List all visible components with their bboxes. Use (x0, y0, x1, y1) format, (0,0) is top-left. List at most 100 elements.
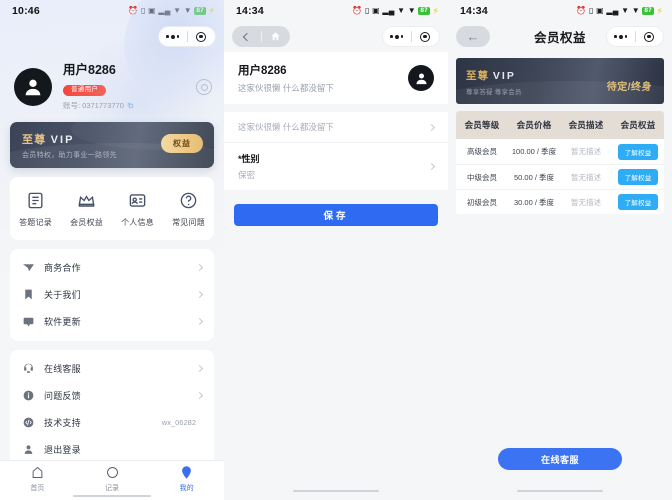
tab-label: 我的 (179, 485, 194, 492)
field-content: 这家伙很懒 什么都没留下 (238, 121, 429, 133)
menu-item-business[interactable]: 商务合作 (10, 254, 214, 281)
person-icon (416, 73, 426, 84)
status-bar: 14:34 ⏰ ▯ ▣ ▂▄ ▼ ▼ 87 ⚡ (224, 0, 448, 22)
chevron-right-icon (427, 123, 436, 131)
account-row[interactable]: 账号: 0371773770 (63, 100, 196, 111)
bookmark-icon (25, 289, 32, 300)
menu-item-online-service[interactable]: 在线客服 (10, 355, 214, 382)
grid-item-label: 个人信息 (121, 218, 154, 227)
learn-benefits-button[interactable]: 了解权益 (617, 143, 659, 160)
signal-icon: ▂▄ (606, 6, 619, 15)
panel-member-benefits: 14:34 ⏰ ▯ ▣ ▂▄ ▼ ▼ 87 ⚡ ← 会员权益 至尊 VIP 尊享… (448, 0, 672, 500)
home-icon (271, 32, 280, 41)
chevron-right-icon (195, 317, 204, 326)
vip-banner-duration: 待定/终身 (606, 82, 652, 93)
charging-icon: ⚡ (432, 5, 439, 16)
info-circle-icon (23, 390, 34, 401)
menu-item-about[interactable]: 关于我们 (10, 281, 214, 308)
profile-header: 用户8286 普通用户 账号: 0371773770 (0, 52, 224, 116)
field-value: 这家伙很懒 什么都没留下 (238, 122, 334, 132)
panel-edit-profile: 14:34 ⏰ ▯ ▣ ▂▄ ▼ ▼ 87 ⚡ 用户8286 这家伙很懒 什么都… (224, 0, 448, 500)
grid-item-records[interactable]: 答题记录 (10, 191, 61, 228)
hd-icon: ▣ (148, 6, 156, 15)
question-circle-icon (180, 192, 197, 209)
more-menu-icon[interactable] (159, 34, 187, 39)
panel-profile: 10:46 ⏰ ▯ ▣ ▂▄ ▼ ▼ 87 ⚡ 用户8286 普通用户 账号: … (0, 0, 224, 500)
settings-button[interactable] (196, 79, 212, 95)
more-menu-icon[interactable] (383, 34, 411, 39)
alarm-icon: ⏰ (352, 6, 363, 15)
miniprogram-capsule[interactable] (382, 26, 440, 47)
field-signature[interactable]: 这家伙很懒 什么都没留下 (224, 112, 448, 142)
grid-item-benefits[interactable]: 会员权益 (61, 191, 112, 228)
edit-profile-text: 用户8286 这家伙很懒 什么都没留下 (238, 62, 408, 94)
chevron-right-icon (195, 391, 204, 400)
message-icon (23, 317, 34, 327)
grid-item-faq[interactable]: 常见问题 (163, 191, 214, 228)
menu-item-label: 退出登录 (44, 445, 81, 455)
edit-profile-header[interactable]: 用户8286 这家伙很懒 什么都没留下 (224, 52, 448, 104)
vip-banner-title: 至尊 VIP (466, 68, 516, 83)
home-indicator (517, 489, 603, 492)
status-time: 14:34 (236, 5, 264, 17)
table-header-row: 会员等级 会员价格 会员描述 会员权益 (456, 111, 664, 139)
cell-action: 了解权益 (612, 169, 664, 185)
avatar[interactable] (14, 68, 52, 106)
grid-item-label: 会员权益 (70, 218, 103, 227)
close-target-icon[interactable] (187, 31, 215, 42)
alarm-icon: ⏰ (128, 6, 139, 15)
wifi2-icon: ▼ (407, 6, 416, 15)
status-bar: 10:46 ⏰ ▯ ▣ ▂▄ ▼ ▼ 87 ⚡ (0, 0, 224, 22)
close-target-icon[interactable] (411, 31, 439, 42)
menu-item-label: 在线客服 (44, 364, 81, 374)
tab-records[interactable]: 记录 (75, 465, 150, 493)
home-button[interactable] (261, 31, 290, 42)
nav-row (0, 22, 224, 52)
battery-icon: 87 (418, 6, 430, 16)
tab-mine[interactable]: 我的 (149, 465, 224, 493)
hd-icon: ▣ (372, 6, 380, 15)
menu-card-primary: 商务合作 关于我们 软件更新 (10, 249, 214, 341)
cell-action: 了解权益 (612, 194, 664, 210)
tab-label: 首页 (30, 485, 45, 492)
tab-home[interactable]: 首页 (0, 465, 75, 493)
avatar[interactable] (408, 65, 434, 91)
wifi-icon: ▼ (621, 6, 630, 15)
signal-icon: ▂▄ (382, 6, 395, 15)
screenshot-stage: 10:46 ⏰ ▯ ▣ ▂▄ ▼ ▼ 87 ⚡ 用户8286 普通用户 账号: … (0, 0, 672, 500)
home-icon (32, 466, 43, 478)
edit-form: 这家伙很懒 什么都没留下 *性别 保密 (224, 112, 448, 190)
close-target-icon[interactable] (635, 31, 663, 42)
vip-card[interactable]: 至尊 VIP 会员特权，助力事业一路领先 权益 (10, 122, 214, 168)
user-name: 用户8286 (238, 65, 287, 77)
vibrate-icon: ▯ (588, 6, 594, 15)
vip-title: 至尊 VIP (22, 131, 74, 147)
vip-benefits-button[interactable]: 权益 (161, 134, 203, 153)
menu-item-label: 软件更新 (44, 317, 81, 327)
learn-benefits-button[interactable]: 了解权益 (617, 169, 659, 185)
miniprogram-capsule[interactable] (606, 26, 664, 47)
vip-subtitle: 会员特权，助力事业一路领先 (22, 152, 117, 159)
menu-item-feedback[interactable]: 问题反馈 (10, 382, 214, 409)
menu-item-value: wx_06282 (161, 418, 196, 427)
save-button[interactable]: 保存 (234, 204, 438, 226)
menu-item-update[interactable]: 软件更新 (10, 308, 214, 335)
cell-desc: 暂无描述 (571, 197, 601, 207)
more-menu-icon[interactable] (607, 34, 635, 39)
miniprogram-capsule[interactable] (158, 26, 216, 47)
account-number: 账号: 0371773770 (63, 101, 124, 110)
menu-item-tech-support[interactable]: 技术支持 wx_06282 (10, 409, 214, 436)
menu-item-logout[interactable]: 退出登录 (10, 436, 214, 463)
cell-action: 了解权益 (612, 143, 664, 160)
grid-item-personal-info[interactable]: 个人信息 (112, 191, 163, 228)
id-card-icon (129, 194, 146, 207)
status-icons: ⏰ ▯ ▣ ▂▄ ▼ ▼ 87 ⚡ (352, 6, 439, 17)
status-time: 14:34 (460, 5, 488, 17)
online-service-button[interactable]: 在线客服 (498, 448, 622, 470)
battery-icon: 87 (194, 6, 206, 16)
back-button[interactable] (232, 32, 261, 41)
cell-price: 100.00 / 季度 (511, 147, 557, 156)
learn-benefits-button[interactable]: 了解权益 (617, 194, 659, 210)
field-gender[interactable]: *性别 保密 (224, 142, 448, 190)
nav-back-capsule[interactable] (232, 26, 290, 47)
